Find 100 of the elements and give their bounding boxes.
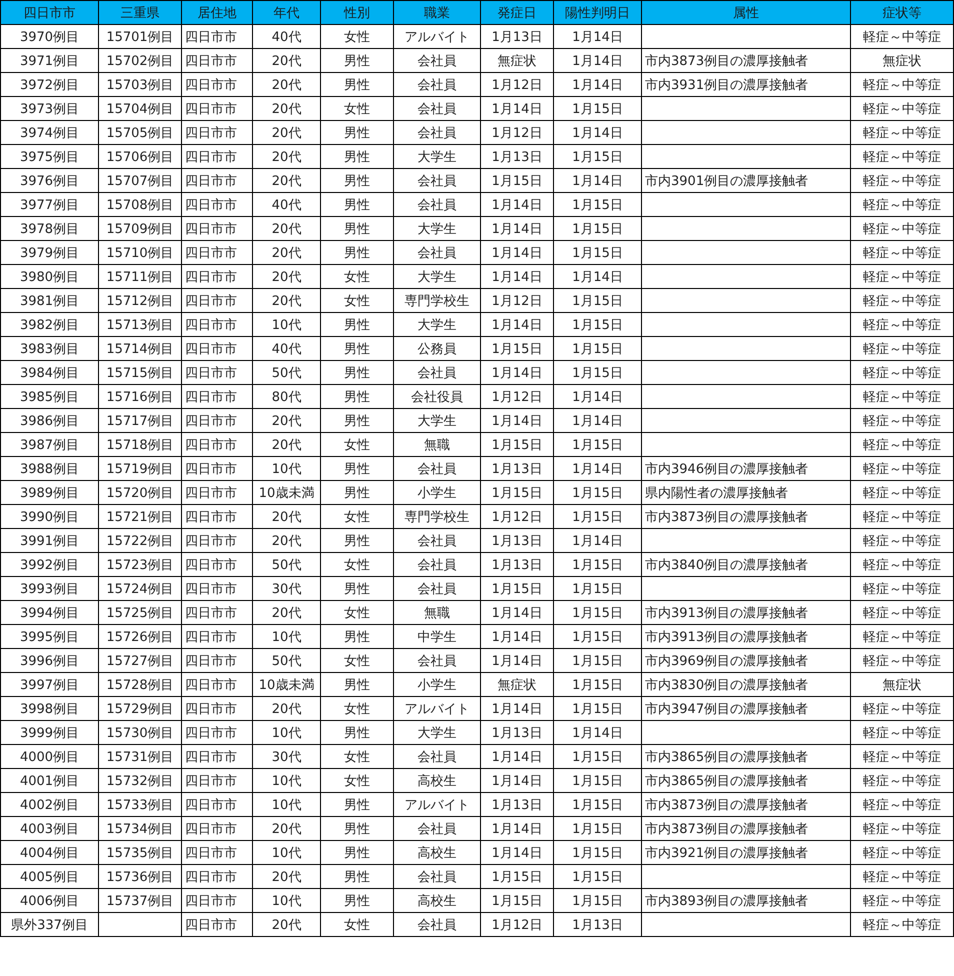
table-cell: 1月15日	[554, 336, 642, 360]
table-cell: 男性	[320, 192, 394, 216]
table-cell: 10代	[252, 768, 320, 792]
table-cell: 1月15日	[480, 336, 554, 360]
table-cell: 15733例目	[98, 792, 182, 816]
table-cell: 10代	[252, 456, 320, 480]
table-cell: アルバイト	[394, 696, 480, 720]
table-cell: 4003例目	[0, 816, 98, 840]
table-cell: 20代	[252, 216, 320, 240]
table-cell: 市内3873例目の濃厚接触者	[642, 48, 850, 72]
table-cell: 1月15日	[554, 240, 642, 264]
table-cell: 女性	[320, 600, 394, 624]
table-cell: 20代	[252, 432, 320, 456]
table-cell: 男性	[320, 408, 394, 432]
table-cell: 大学生	[394, 264, 480, 288]
table-cell: 40代	[252, 24, 320, 48]
table-cell: 15706例目	[98, 144, 182, 168]
table-cell: 1月15日	[554, 216, 642, 240]
table-cell: 四日市市	[182, 480, 252, 504]
table-cell: 1月15日	[554, 504, 642, 528]
table-cell: 軽症～中等症	[850, 912, 954, 936]
table-cell: 15729例目	[98, 696, 182, 720]
table-cell: 40代	[252, 192, 320, 216]
table-cell: 県外337例目	[0, 912, 98, 936]
table-cell: 15710例目	[98, 240, 182, 264]
table-cell: 会社員	[394, 528, 480, 552]
table-cell: 1月14日	[480, 768, 554, 792]
table-cell: 会社員	[394, 72, 480, 96]
table-cell: 3990例目	[0, 504, 98, 528]
table-cell: 3985例目	[0, 384, 98, 408]
table-cell: 市内3969例目の濃厚接触者	[642, 648, 850, 672]
table-cell: 無職	[394, 432, 480, 456]
table-cell: 軽症～中等症	[850, 264, 954, 288]
table-cell: 40代	[252, 336, 320, 360]
table-cell: 四日市市	[182, 72, 252, 96]
table-cell: 男性	[320, 144, 394, 168]
table-cell: 15713例目	[98, 312, 182, 336]
table-cell: 3996例目	[0, 648, 98, 672]
table-cell: アルバイト	[394, 24, 480, 48]
table-cell: 1月15日	[554, 552, 642, 576]
table-cell: 大学生	[394, 408, 480, 432]
table-cell: 軽症～中等症	[850, 96, 954, 120]
table-cell: 男性	[320, 312, 394, 336]
table-cell: 3997例目	[0, 672, 98, 696]
table-cell: 20代	[252, 48, 320, 72]
table-cell: 軽症～中等症	[850, 24, 954, 48]
column-header: 属性	[642, 0, 850, 24]
table-cell: 四日市市	[182, 432, 252, 456]
table-cell: 3973例目	[0, 96, 98, 120]
table-cell: 無症状	[480, 672, 554, 696]
table-cell: 1月14日	[480, 408, 554, 432]
table-cell: 3971例目	[0, 48, 98, 72]
table-cell: 50代	[252, 552, 320, 576]
table-cell: 四日市市	[182, 216, 252, 240]
table-cell: 会社員	[394, 168, 480, 192]
table-cell: 4005例目	[0, 864, 98, 888]
table-cell: 4002例目	[0, 792, 98, 816]
table-cell: 3988例目	[0, 456, 98, 480]
table-cell: 専門学校生	[394, 288, 480, 312]
table-cell: 1月13日	[480, 24, 554, 48]
table-cell: 女性	[320, 552, 394, 576]
table-cell: 1月15日	[554, 624, 642, 648]
table-cell: 3978例目	[0, 216, 98, 240]
table-cell: 軽症～中等症	[850, 528, 954, 552]
table-cell: 1月15日	[554, 816, 642, 840]
table-cell: 1月14日	[480, 696, 554, 720]
table-cell: 女性	[320, 288, 394, 312]
table-cell: 1月14日	[480, 192, 554, 216]
table-cell: 20代	[252, 816, 320, 840]
table-cell: 会社員	[394, 48, 480, 72]
table-cell: 市内3873例目の濃厚接触者	[642, 816, 850, 840]
table-cell: 1月15日	[554, 144, 642, 168]
table-cell: 1月13日	[480, 792, 554, 816]
table-cell: 15724例目	[98, 576, 182, 600]
table-cell: 1月12日	[480, 912, 554, 936]
table-cell: 1月15日	[554, 864, 642, 888]
table-cell: 1月14日	[554, 264, 642, 288]
table-cell: 1月15日	[554, 432, 642, 456]
table-cell: 軽症～中等症	[850, 168, 954, 192]
table-cell: 会社役員	[394, 384, 480, 408]
table-cell: 四日市市	[182, 912, 252, 936]
table-cell: 1月15日	[554, 312, 642, 336]
table-cell: 軽症～中等症	[850, 648, 954, 672]
table-cell: 1月15日	[554, 744, 642, 768]
table-cell: 10代	[252, 840, 320, 864]
table-cell: 四日市市	[182, 792, 252, 816]
table-cell: 無症状	[850, 672, 954, 696]
table-cell: 20代	[252, 96, 320, 120]
table-cell: 軽症～中等症	[850, 744, 954, 768]
table-cell: 四日市市	[182, 144, 252, 168]
table-cell: 3991例目	[0, 528, 98, 552]
table-cell: 軽症～中等症	[850, 624, 954, 648]
table-cell: 男性	[320, 672, 394, 696]
table-cell: 男性	[320, 888, 394, 912]
table-cell: 軽症～中等症	[850, 552, 954, 576]
table-cell: 四日市市	[182, 48, 252, 72]
table-cell: 四日市市	[182, 744, 252, 768]
table-cell: 男性	[320, 624, 394, 648]
table-cell: 女性	[320, 96, 394, 120]
table-cell: 市内3921例目の濃厚接触者	[642, 840, 850, 864]
